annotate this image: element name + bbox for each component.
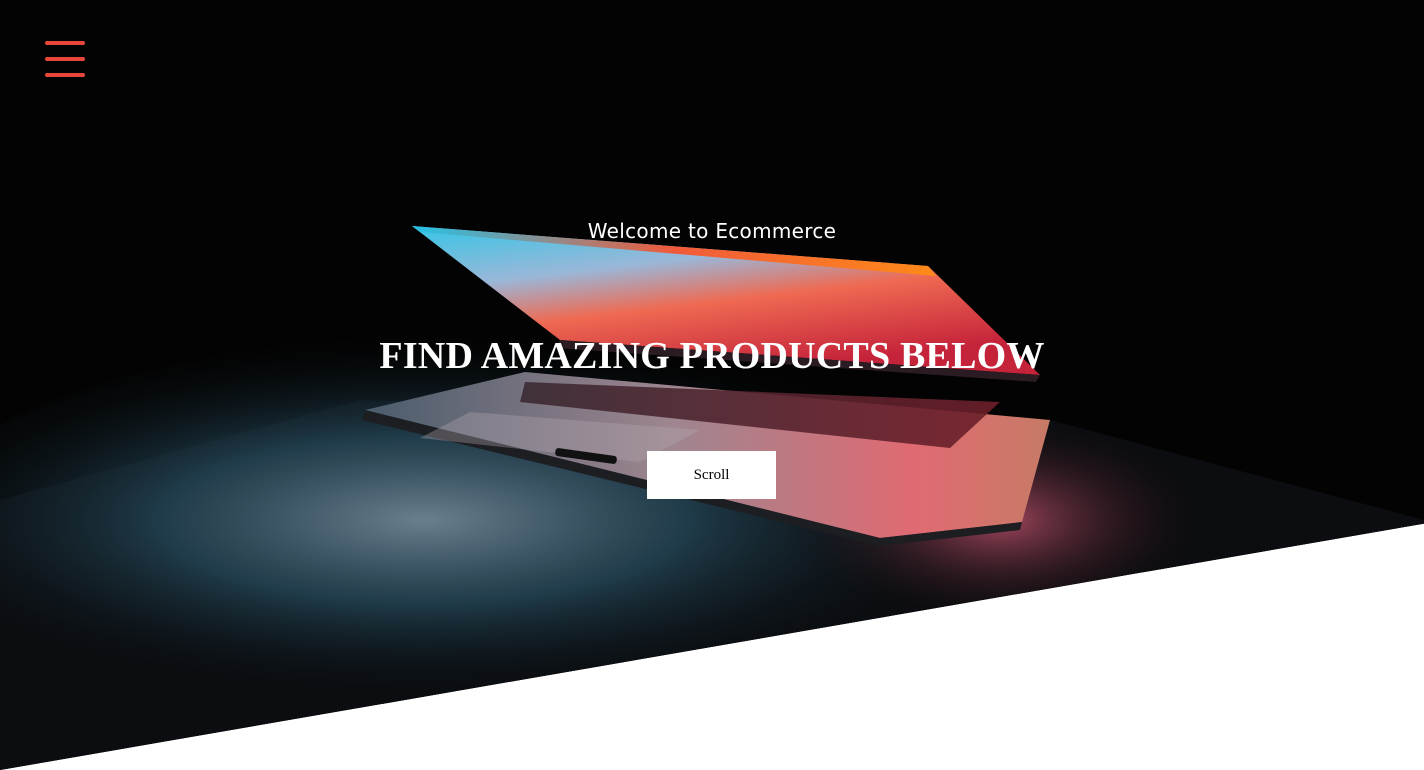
welcome-text: Welcome to Ecommerce: [587, 219, 837, 243]
hero-banner: Welcome to Ecommerce FIND AMAZING PRODUC…: [0, 0, 1424, 770]
hero-headline: FIND AMAZING PRODUCTS BELOW: [379, 335, 1045, 377]
hero-laptop-image: [0, 0, 1424, 770]
menu-bar: [45, 57, 85, 61]
page: Welcome to Ecommerce FIND AMAZING PRODUC…: [0, 0, 1424, 770]
menu-bar: [45, 41, 85, 45]
hamburger-menu-icon[interactable]: [42, 38, 88, 82]
menu-bar: [45, 73, 85, 77]
scroll-button[interactable]: Scroll: [647, 451, 776, 499]
